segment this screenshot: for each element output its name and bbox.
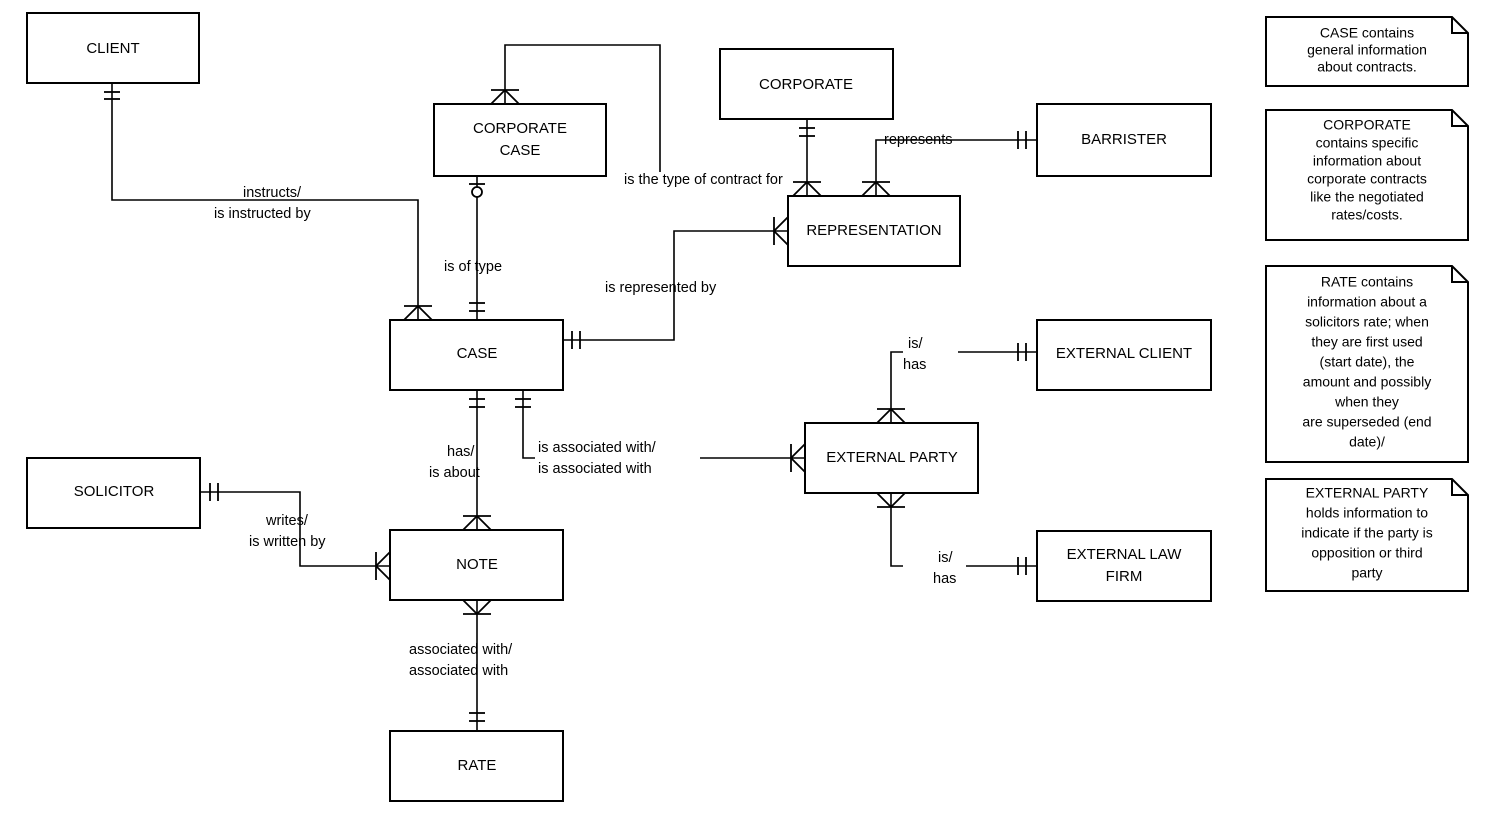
entity-client[interactable]: CLIENT <box>26 12 200 84</box>
connector-externalparty-externallawfirm <box>876 492 1037 575</box>
annotation-note-rate-line-1: information about a <box>1307 294 1427 310</box>
annotation-note-corporate-line-5: rates/costs. <box>1331 207 1403 223</box>
rel-case-representation-line1: is represented by <box>605 280 717 296</box>
rel-note-rate-line1: associated with/ <box>409 642 513 658</box>
annotation-note-case-line-0: CASE contains <box>1320 25 1414 41</box>
rel-corpcase-case-line1: is of type <box>444 259 502 275</box>
rel-case-extparty-line2: is associated with <box>538 461 652 477</box>
entity-note-label: NOTE <box>456 556 498 573</box>
annotation-note-case[interactable]: CASE contains general information about … <box>1265 16 1469 87</box>
entity-rate-label: RATE <box>458 757 497 774</box>
entity-case[interactable]: CASE <box>389 319 564 391</box>
rel-extparty-extclient-line1: is/ <box>908 336 923 352</box>
rel-barrister-representation-line1: represents <box>884 132 953 148</box>
annotation-note-external-party[interactable]: EXTERNAL PARTY holds information to indi… <box>1265 478 1469 592</box>
entity-external-party[interactable]: EXTERNAL PARTY <box>804 422 979 494</box>
annotation-note-corporate-line-1: contains specific <box>1316 135 1419 151</box>
annotation-note-case-line-2: about contracts. <box>1317 59 1417 75</box>
annotation-note-rate-line-5: amount and possibly <box>1303 374 1431 390</box>
er-diagram-svg: CLIENT CORPORATE CASE CORPORATE BARRISTE… <box>26 12 1469 802</box>
annotation-note-external-party-line-4: party <box>1351 565 1382 581</box>
annotation-note-rate-line-3: they are first used <box>1311 334 1422 350</box>
entity-external-party-label: EXTERNAL PARTY <box>826 449 957 466</box>
rel-note-rate-line2: associated with <box>409 663 508 679</box>
annotation-note-rate-line-8: date)/ <box>1349 434 1385 450</box>
entity-external-client-label: EXTERNAL CLIENT <box>1056 345 1192 362</box>
relationship-label-case-representation: is represented by <box>605 280 717 296</box>
entity-client-label: CLIENT <box>86 40 139 57</box>
rel-case-note-line1: has/ <box>447 444 475 460</box>
annotation-note-external-party-line-0: EXTERNAL PARTY <box>1306 485 1429 501</box>
entity-corporate-label: CORPORATE <box>759 76 853 93</box>
relationship-label-case-externalparty: is associated with/ is associated with <box>538 440 657 477</box>
entity-external-law-firm-label-line2: FIRM <box>1106 568 1143 585</box>
relationship-label-client-case: instructs/ is instructed by <box>214 185 311 222</box>
entity-barrister-label: BARRISTER <box>1081 131 1167 148</box>
relationship-label-externalparty-externalclient: is/ has <box>903 336 926 373</box>
entity-corporate[interactable]: CORPORATE <box>719 48 894 120</box>
relationship-label-corporatecase-case: is of type <box>444 259 502 275</box>
entity-external-client[interactable]: EXTERNAL CLIENT <box>1036 319 1212 391</box>
annotation-note-rate-line-2: solicitors rate; when <box>1305 314 1429 330</box>
annotation-note-case-line-1: general information <box>1307 42 1427 58</box>
annotation-note-corporate-line-2: information about <box>1313 153 1421 169</box>
entity-external-law-firm-label-line1: EXTERNAL LAW <box>1067 546 1183 563</box>
annotation-note-corporate-line-3: corporate contracts <box>1307 171 1427 187</box>
entity-note[interactable]: NOTE <box>389 529 564 601</box>
rel-extparty-extclient-line2: has <box>903 357 926 373</box>
entity-corporate-case-label-line1: CORPORATE <box>473 120 567 137</box>
relationship-label-solicitor-note: writes/ is written by <box>249 513 326 550</box>
entity-solicitor-label: SOLICITOR <box>74 483 155 500</box>
er-diagram-canvas: CLIENT CORPORATE CASE CORPORATE BARRISTE… <box>0 0 1504 831</box>
relationship-label-corporatecase-corporate: is the type of contract for <box>624 172 783 188</box>
connector-client-case <box>104 83 433 321</box>
rel-client-case-line2: is instructed by <box>214 206 311 222</box>
annotation-note-corporate[interactable]: CORPORATE contains specific information … <box>1265 109 1469 241</box>
connector-solicitor-note <box>200 483 391 581</box>
connector-case-note <box>462 390 492 531</box>
entity-corporate-case-label-line2: CASE <box>500 142 541 159</box>
relationship-label-externalparty-externallawfirm: is/ has <box>933 550 956 587</box>
rel-corpcase-corporate-line1: is the type of contract for <box>624 172 783 188</box>
relationship-label-barrister-representation: represents <box>884 132 953 148</box>
annotation-note-corporate-line-0: CORPORATE <box>1323 117 1411 133</box>
connector-externalparty-externalclient <box>876 343 1037 424</box>
connector-corporate-representation <box>792 119 822 197</box>
rel-case-note-line2: is about <box>429 465 480 481</box>
annotation-note-rate-line-7: are superseded (end <box>1302 414 1431 430</box>
relationship-label-note-rate: associated with/ associated with <box>409 642 513 679</box>
annotation-note-corporate-line-4: like the negotiated <box>1310 189 1424 205</box>
entity-representation-label: REPRESENTATION <box>806 222 941 239</box>
annotation-note-rate-line-0: RATE contains <box>1321 274 1413 290</box>
entity-representation[interactable]: REPRESENTATION <box>787 195 961 267</box>
entity-solicitor[interactable]: SOLICITOR <box>26 457 201 529</box>
annotation-note-external-party-line-3: opposition or third <box>1311 545 1422 561</box>
connector-case-externalparty <box>515 390 806 473</box>
annotation-note-rate-line-6: when they <box>1334 394 1399 410</box>
rel-extparty-extfirm-line1: is/ <box>938 550 953 566</box>
entity-case-label: CASE <box>457 345 498 362</box>
connector-corporatecase-case <box>469 176 485 320</box>
entity-barrister[interactable]: BARRISTER <box>1036 103 1212 177</box>
entity-corporate-case[interactable]: CORPORATE CASE <box>433 103 607 177</box>
rel-solicitor-note-line2: is written by <box>249 534 326 550</box>
rel-client-case-line1: instructs/ <box>243 185 302 201</box>
annotation-note-rate[interactable]: RATE contains information about a solici… <box>1265 265 1469 463</box>
annotation-note-external-party-line-1: holds information to <box>1306 505 1428 521</box>
entity-rate[interactable]: RATE <box>389 730 564 802</box>
entity-external-law-firm[interactable]: EXTERNAL LAW FIRM <box>1036 530 1212 602</box>
rel-solicitor-note-line1: writes/ <box>265 513 309 529</box>
rel-case-extparty-line1: is associated with/ <box>538 440 657 456</box>
annotation-note-external-party-line-2: indicate if the party is <box>1301 525 1433 541</box>
relationship-label-case-note: has/ is about <box>429 444 480 481</box>
annotation-note-rate-line-4: (start date), the <box>1320 354 1415 370</box>
rel-extparty-extfirm-line2: has <box>933 571 956 587</box>
